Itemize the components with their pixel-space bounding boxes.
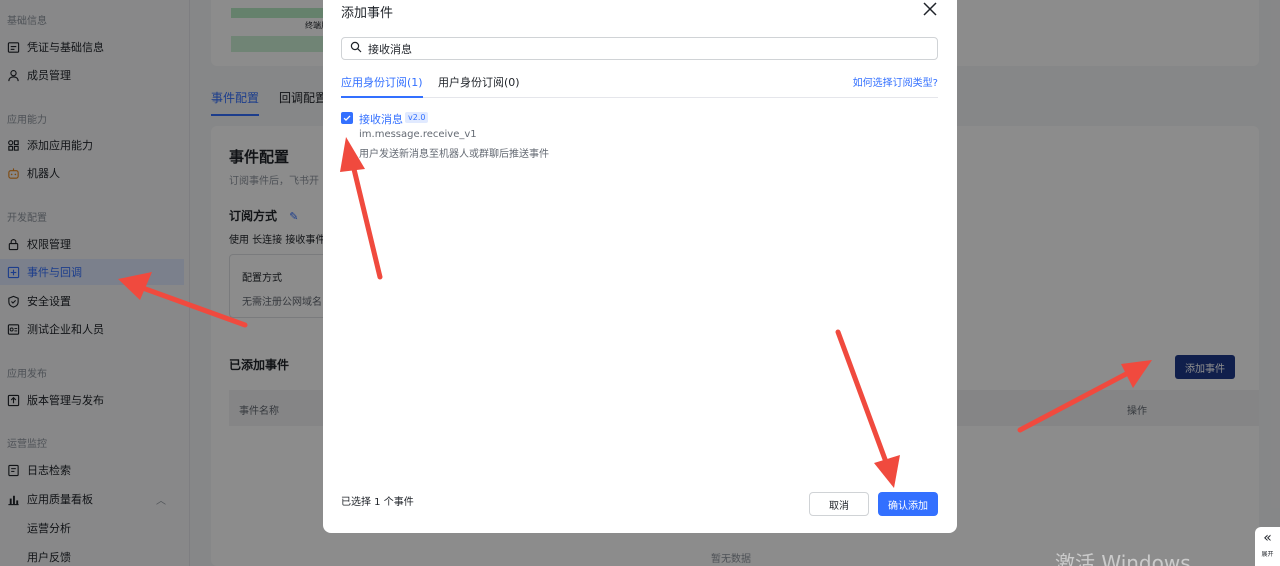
version-badge: v2.0 bbox=[405, 112, 429, 123]
windows-watermark: 激活 Windows bbox=[1055, 551, 1191, 566]
cancel-button[interactable]: 取消 bbox=[809, 492, 869, 516]
event-checkbox[interactable] bbox=[341, 112, 353, 124]
tab-user-subscription[interactable]: 用户身份订阅(0) bbox=[438, 74, 520, 98]
close-icon[interactable] bbox=[921, 0, 939, 18]
expand-panel-button[interactable]: « 展开 bbox=[1255, 527, 1280, 566]
expand-label: 展开 bbox=[1261, 551, 1274, 558]
event-name[interactable]: 接收消息 bbox=[359, 111, 403, 127]
event-key: im.message.receive_v1 bbox=[359, 129, 477, 140]
search-icon bbox=[350, 41, 368, 56]
selected-count: 已选择 1 个事件 bbox=[341, 497, 414, 508]
confirm-add-button[interactable]: 确认添加 bbox=[878, 492, 938, 516]
search-input[interactable] bbox=[368, 42, 868, 55]
double-chevron-left-icon: « bbox=[1263, 530, 1272, 546]
subscription-tabs: 应用身份订阅(1) 用户身份订阅(0) 如何选择订阅类型? bbox=[341, 65, 938, 98]
tab-app-subscription[interactable]: 应用身份订阅(1) bbox=[341, 74, 423, 98]
add-event-dialog: 添加事件 应用身份订阅(1) 用户身份订阅(0) 如何选择订阅类型? 接收消息 … bbox=[323, 0, 957, 533]
help-link[interactable]: 如何选择订阅类型? bbox=[853, 74, 938, 89]
check-icon bbox=[343, 115, 351, 122]
event-description: 用户发送新消息至机器人或群聊后推送事件 bbox=[359, 149, 549, 160]
search-box bbox=[341, 37, 938, 60]
dialog-title: 添加事件 bbox=[341, 6, 394, 21]
